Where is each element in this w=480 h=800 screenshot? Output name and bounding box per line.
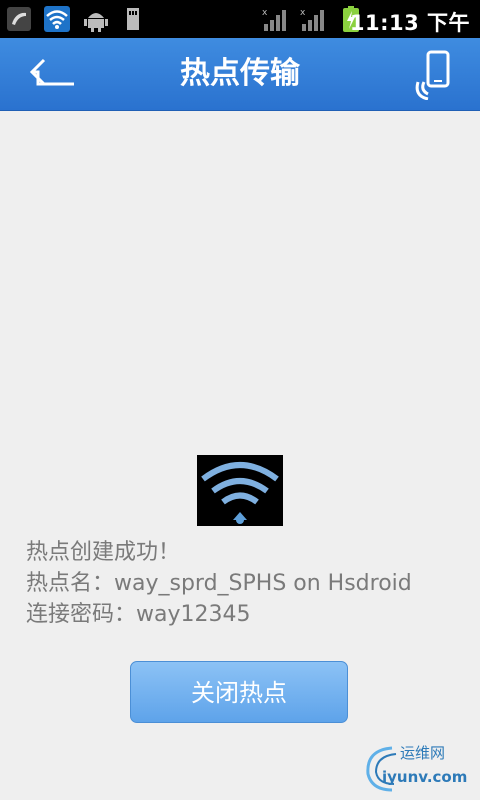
svg-text:x: x bbox=[300, 8, 306, 18]
hotspot-status-text: 热点创建成功！ bbox=[26, 540, 181, 565]
wifi-icon bbox=[44, 6, 70, 32]
watermark-logo: 运维网 iyunv.com bbox=[362, 740, 472, 794]
watermark-line2: iyunv.com bbox=[382, 768, 468, 786]
hotspot-password-text: 连接密码：way12345 bbox=[26, 602, 251, 627]
watermark-line1: 运维网 bbox=[400, 744, 446, 762]
sd-card-icon bbox=[127, 8, 139, 30]
android-debug-icon bbox=[84, 13, 108, 32]
phone-connect-icon[interactable] bbox=[414, 50, 458, 100]
page-title: 热点传输 bbox=[180, 56, 300, 91]
hotspot-name-text: 热点名：way_sprd_SPHS on Hsdroid bbox=[26, 571, 412, 596]
hotspot-info: 热点创建成功！ 热点名：way_sprd_SPHS on Hsdroid 连接密… bbox=[26, 537, 412, 630]
close-hotspot-button[interactable]: 关闭热点 bbox=[130, 661, 348, 723]
status-bar: x x 11:13 下午 bbox=[0, 0, 480, 38]
missed-call-icon bbox=[7, 7, 31, 31]
signal-icon: x bbox=[300, 8, 324, 31]
status-time: 11:13 下午 bbox=[349, 11, 470, 35]
signal-icon: x bbox=[262, 8, 286, 31]
title-bar: 热点传输 bbox=[0, 38, 480, 111]
wifi-hotspot-icon bbox=[197, 455, 283, 526]
svg-text:x: x bbox=[262, 8, 268, 18]
